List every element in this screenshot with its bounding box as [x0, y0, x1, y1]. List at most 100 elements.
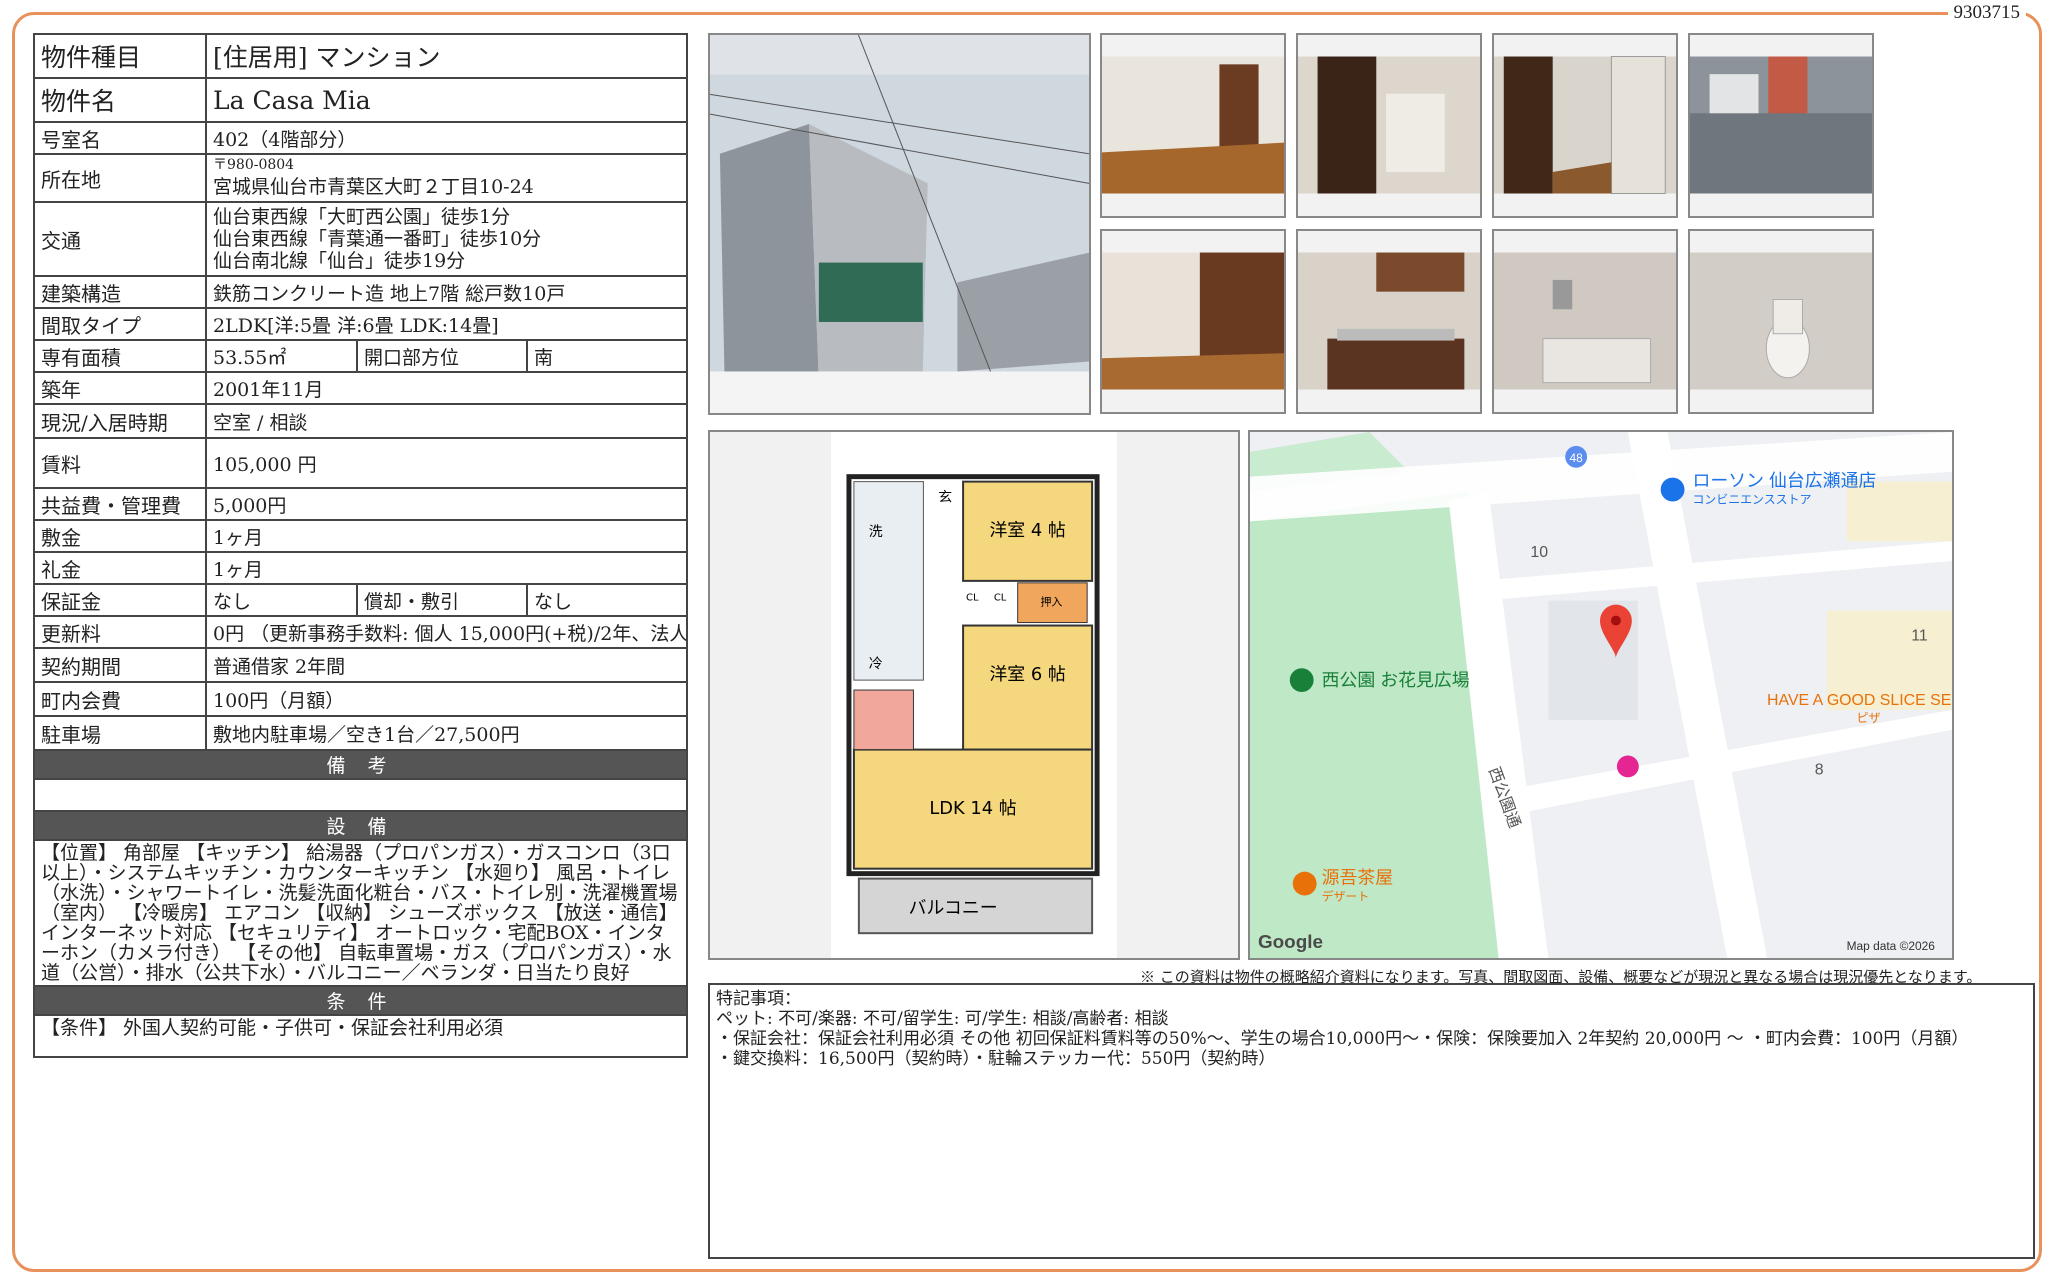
label-key-money: 礼金	[33, 551, 207, 585]
room-photo	[1100, 229, 1286, 414]
traffic-line: 仙台南北線「仙台」徒歩19分	[213, 250, 466, 272]
label-guarantee: 保証金	[33, 583, 207, 617]
row-traffic: 交通 仙台東西線「大町西公園」徒歩1分 仙台東西線「青葉通一番町」徒歩10分 仙…	[33, 201, 689, 277]
map-block-number: 10	[1530, 544, 1548, 561]
row-area: 専有面積 53.55㎡ 開口部方位 南	[33, 339, 689, 373]
zip-code: 〒980-0804	[213, 156, 295, 173]
value-parking: 敷地内駐車場／空き1台／27,500円	[204, 715, 689, 751]
map-poi-pizza-sub: ピザ	[1857, 711, 1881, 725]
map-block-number: 11	[1911, 627, 1928, 644]
value-deposit: 1ヶ月	[204, 519, 689, 553]
label-layout: 間取タイプ	[33, 307, 207, 341]
value-structure: 鉄筋コンクリート造 地上7階 総戸数10戸	[204, 275, 689, 309]
row-guarantee: 保証金 なし 償却・敷引 なし	[33, 583, 689, 617]
section-header-jouken: 条 件	[32, 985, 689, 1016]
label-rent: 賃料	[33, 437, 207, 489]
label-name: 物件名	[33, 77, 207, 123]
value-fee: 5,000円	[204, 487, 689, 521]
floorplan-small-label: 玄	[938, 488, 952, 505]
map-poi-tea-sub: デザート	[1322, 889, 1370, 903]
row-section-biko: 備 考	[32, 749, 689, 780]
label-room: 号室名	[33, 121, 207, 155]
row-fee: 共益費・管理費 5,000円	[33, 487, 689, 521]
map-poi-lawson[interactable]: ローソン 仙台広瀬通店	[1692, 471, 1876, 491]
floorplan-room-label: バルコニー	[909, 897, 998, 918]
row-biko-content	[32, 778, 689, 812]
property-spec-table: 物件種目 [住居用] マンション 物件名 La Casa Mia 号室名 402…	[32, 33, 689, 1058]
label-traffic: 交通	[33, 201, 207, 277]
value-town-fee: 100円（月額）	[204, 681, 689, 717]
value-name: La Casa Mia	[204, 77, 689, 123]
value-built: 2001年11月	[204, 371, 689, 405]
floorplan-small-label: CL	[994, 593, 1007, 604]
label-amortization: 償却・敷引	[356, 583, 528, 617]
location-map[interactable]: 48 ローソン 仙台広瀬通店 コンビニエンスストア 西公園 お花見広場 HAVE…	[1248, 430, 1954, 960]
row-room: 号室名 402（4階部分）	[33, 121, 689, 155]
special-remarks-box: 特記事項： ペット: 不可/楽器: 不可/留学生: 可/学生: 相談/高齢者: …	[708, 983, 2035, 1259]
value-direction: 南	[525, 339, 689, 373]
floorplan-small-label: CL	[966, 593, 979, 604]
value-layout: 2LDK[洋:5畳 洋:6畳 LDK:14畳]	[204, 307, 689, 341]
map-poi-tea[interactable]: 源吾茶屋	[1322, 868, 1394, 888]
conditions-text: 【条件】 外国人契約可能・子供可・保証会社利用必須	[32, 1014, 689, 1058]
map-poi-lawson-sub: コンビニエンスストア	[1692, 492, 1811, 506]
biko-content	[32, 778, 689, 812]
value-room: 402（4階部分）	[204, 121, 689, 155]
row-section-jouken: 条 件	[32, 985, 689, 1016]
traffic-line: 仙台東西線「青葉通一番町」徒歩10分	[213, 228, 542, 250]
label-status: 現況/入居時期	[33, 403, 207, 439]
room-photo	[1492, 229, 1678, 414]
label-deposit: 敷金	[33, 519, 207, 553]
address-text: 宮城県仙台市青葉区大町２丁目10-24	[213, 175, 534, 198]
hotel-icon	[1616, 755, 1639, 778]
map-block-number: 8	[1815, 761, 1824, 778]
section-header-setsubi: 設 備	[32, 810, 689, 841]
google-logo: Google	[1258, 931, 1323, 952]
document-id: 9303715	[1947, 2, 2026, 24]
remarks-line: ・鍵交換料：16,500円（契約時）・駐輪ステッカー代：550円（契約時）	[716, 1049, 1276, 1069]
room-photo	[1492, 33, 1678, 218]
row-parking: 駐車場 敷地内駐車場／空き1台／27,500円	[33, 715, 689, 751]
room-photo	[1296, 33, 1482, 218]
room-photo	[1688, 33, 1874, 218]
row-layout: 間取タイプ 2LDK[洋:5畳 洋:6畳 LDK:14畳]	[33, 307, 689, 341]
value-traffic: 仙台東西線「大町西公園」徒歩1分 仙台東西線「青葉通一番町」徒歩10分 仙台南北…	[204, 201, 689, 277]
floorplan-small-label: 押入	[1040, 595, 1062, 609]
row-type: 物件種目 [住居用] マンション	[33, 33, 689, 79]
floorplan-room-label: 洋室 4 帖	[989, 520, 1065, 541]
floorplan-small-label: 洗	[869, 524, 883, 540]
row-status: 現況/入居時期 空室 / 相談	[33, 403, 689, 439]
label-area: 専有面積	[33, 339, 207, 373]
label-town-fee: 町内会費	[33, 681, 207, 717]
row-built: 築年 2001年11月	[33, 371, 689, 405]
value-guarantee: なし	[205, 583, 358, 617]
row-conditions: 【条件】 外国人契約可能・子供可・保証会社利用必須	[32, 1014, 689, 1058]
park-icon	[1289, 668, 1314, 693]
label-parking: 駐車場	[33, 715, 207, 751]
row-section-setsubi: 設 備	[32, 810, 689, 841]
room-photo	[1688, 229, 1874, 414]
traffic-line: 仙台東西線「大町西公園」徒歩1分	[213, 206, 511, 228]
label-fee: 共益費・管理費	[33, 487, 207, 521]
value-key-money: 1ヶ月	[204, 551, 689, 585]
restaurant-icon	[1292, 871, 1317, 896]
value-renewal: 0円 （更新事務手数料: 個人 15,000円(+税)/2年、法人 賃料1ヶ月(…	[204, 615, 689, 649]
map-poi-park[interactable]: 西公園 お花見広場	[1322, 670, 1470, 690]
value-area: 53.55㎡	[205, 339, 358, 373]
floorplan-room-label: LDK 14 帖	[929, 798, 1016, 819]
map-poi-pizza[interactable]: HAVE A GOOD SLICE SENDAI	[1767, 692, 1952, 709]
value-status: 空室 / 相談	[204, 403, 689, 439]
row-rent: 賃料 105,000 円	[33, 437, 689, 489]
value-contract: 普通借家 2年間	[204, 647, 689, 683]
label-built: 築年	[33, 371, 207, 405]
label-type: 物件種目	[33, 33, 207, 79]
row-name: 物件名 La Casa Mia	[33, 77, 689, 123]
map-copyright: Map data ©2026	[1847, 939, 1936, 953]
floor-plan: 洋室 4 帖 洋室 6 帖 LDK 14 帖 バルコニー 玄 洗 冷 CL CL…	[708, 430, 1240, 960]
label-structure: 建築構造	[33, 275, 207, 309]
label-renewal: 更新料	[33, 615, 207, 649]
label-address: 所在地	[33, 153, 207, 203]
remarks-title: 特記事項：	[716, 989, 801, 1009]
value-rent: 105,000 円	[204, 437, 689, 489]
row-contract: 契約期間 普通借家 2年間	[33, 647, 689, 683]
